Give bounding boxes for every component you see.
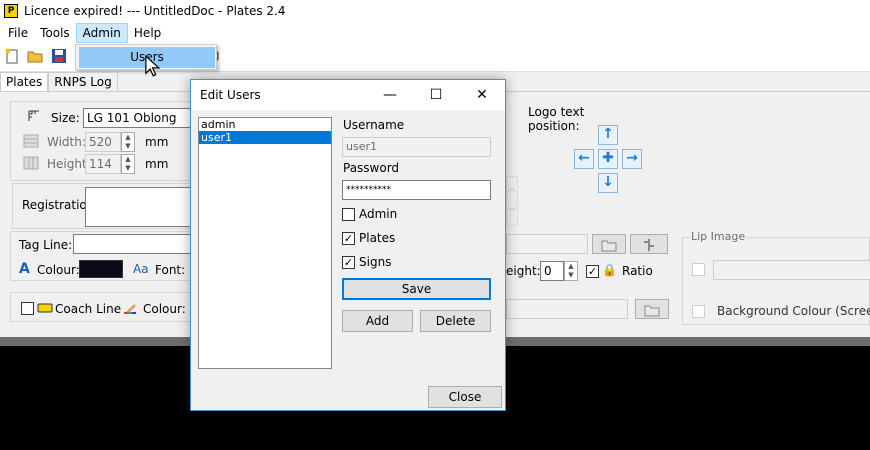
menu-admin[interactable]: Admin: [75, 23, 128, 43]
delete-button[interactable]: Delete: [420, 310, 491, 332]
ratio-label: Ratio: [622, 264, 653, 278]
scroll-stepper[interactable]: ︿ ﹀: [506, 176, 518, 226]
registration-input[interactable]: [85, 187, 193, 227]
ruler-icon: [28, 110, 39, 121]
width-grid-icon: [23, 134, 39, 148]
background-colour-label: Background Colour (Screen onl: [717, 304, 870, 318]
password-field[interactable]: **********: [342, 180, 491, 200]
image-path-input[interactable]: [506, 234, 588, 254]
admin-checkbox[interactable]: [342, 208, 355, 221]
plates-label: Plates: [359, 231, 396, 245]
signs-checkbox[interactable]: ✓: [342, 256, 355, 269]
folder-icon: [644, 305, 660, 317]
menu-bar: File Tools Admin Help: [0, 22, 870, 44]
size-group: Size: LG 101 Oblong Width: 520 ▲ ▼ mm Hei…: [10, 101, 193, 181]
size-label: Size:: [51, 111, 80, 125]
tagline-label: Tag Line:: [19, 238, 73, 252]
username-field[interactable]: user1: [342, 137, 491, 157]
username-label: Username: [343, 118, 405, 132]
open-folder-icon[interactable]: [27, 48, 43, 64]
registration-group: Registration:: [12, 183, 193, 229]
arrow-up-button[interactable]: ↑: [598, 125, 618, 145]
align-button[interactable]: [630, 234, 668, 254]
width-label: Width:: [47, 135, 86, 149]
add-button[interactable]: Add: [342, 310, 413, 332]
width-input[interactable]: 520: [85, 132, 121, 152]
arrow-down-button[interactable]: ↓: [598, 173, 618, 193]
center-plus-button[interactable]: ✚: [598, 149, 618, 169]
tab-plates[interactable]: Plates: [0, 72, 49, 92]
colour-pencil-icon: [124, 304, 136, 314]
window-title: Licence expired! --- UntitledDoc - Plate…: [24, 4, 286, 18]
tab-rnps-log[interactable]: RNPS Log: [48, 72, 118, 91]
menu-tools[interactable]: Tools: [34, 23, 76, 43]
tagline-input[interactable]: [73, 234, 193, 254]
font-icon: Aa: [133, 262, 149, 276]
height-stepper[interactable]: ▲ ▼: [121, 154, 135, 174]
coach-colour-label: Colour:: [143, 302, 186, 316]
browse-folder-button[interactable]: [592, 234, 626, 254]
coach-line-checkbox[interactable]: [21, 302, 34, 315]
minimize-icon[interactable]: —: [375, 84, 405, 106]
signs-label: Signs: [359, 255, 392, 269]
coach-line-group: Coach Line Colour:: [10, 292, 192, 322]
ratio-checkbox[interactable]: ✓: [586, 265, 599, 278]
menu-file[interactable]: File: [2, 23, 34, 43]
height-unit: mm: [145, 157, 169, 171]
arrow-left-button[interactable]: ←: [574, 149, 594, 169]
height-grid-icon: [23, 156, 39, 170]
height-partial-label: eight:: [506, 264, 541, 278]
lip-image-checkbox[interactable]: [692, 263, 705, 276]
new-document-icon[interactable]: [4, 48, 20, 64]
width-stepper[interactable]: ▲ ▼: [121, 132, 135, 152]
image-path-input-2[interactable]: [506, 299, 628, 319]
close-button[interactable]: Close: [428, 386, 502, 408]
logo-text-position-label: Logo text position:: [528, 105, 585, 133]
browse-folder-button-2[interactable]: [635, 299, 669, 319]
folder-icon: [601, 240, 617, 252]
arrow-right-button[interactable]: →: [622, 149, 642, 169]
lock-icon: 🔒: [602, 263, 617, 277]
menu-help[interactable]: Help: [128, 23, 167, 43]
height-partial-stepper[interactable]: ▲ ▼: [564, 261, 578, 281]
plate-icon: [37, 303, 53, 313]
colour-swatch[interactable]: [79, 260, 123, 278]
save-button[interactable]: Save: [342, 278, 491, 300]
font-label: Font:: [155, 263, 186, 277]
save-disk-icon[interactable]: [51, 48, 67, 64]
colour-label: Colour:: [37, 263, 80, 277]
background-colour-checkbox[interactable]: [692, 305, 705, 318]
align-icon: [644, 239, 654, 251]
size-select[interactable]: LG 101 Oblong: [83, 108, 193, 128]
plates-checkbox[interactable]: ✓: [342, 232, 355, 245]
users-list[interactable]: admin user1: [198, 117, 332, 369]
tagline-group: Tag Line: A Colour: Aa Font:: [10, 231, 193, 281]
dialog-title: Edit Users: [200, 88, 261, 102]
coach-line-label: Coach Line: [55, 302, 122, 316]
list-item-admin[interactable]: admin: [199, 118, 331, 131]
height-partial-input[interactable]: 0: [540, 261, 564, 281]
lip-image-group: Lip Image Background Colour (Screen onl: [682, 230, 870, 325]
text-colour-icon: A: [19, 261, 30, 277]
tab-bar: Plates RNPS Log: [0, 72, 118, 92]
width-unit: mm: [145, 135, 169, 149]
admin-label: Admin: [359, 207, 398, 221]
app-icon: P: [4, 4, 18, 18]
title-bar: P Licence expired! --- UntitledDoc - Pla…: [0, 0, 870, 22]
lip-image-input[interactable]: [713, 260, 870, 280]
close-icon[interactable]: ✕: [467, 84, 497, 106]
dialog-title-bar: Edit Users — ☐ ✕: [191, 80, 505, 110]
maximize-icon[interactable]: ☐: [421, 84, 451, 106]
lip-image-label: Lip Image: [689, 230, 748, 243]
height-input[interactable]: 114: [85, 154, 121, 174]
edit-users-dialog: Edit Users — ☐ ✕ admin user1 Username us…: [190, 79, 506, 411]
password-label: Password: [343, 161, 400, 175]
list-item-user1[interactable]: user1: [199, 131, 331, 144]
mouse-cursor-icon: [145, 55, 160, 77]
